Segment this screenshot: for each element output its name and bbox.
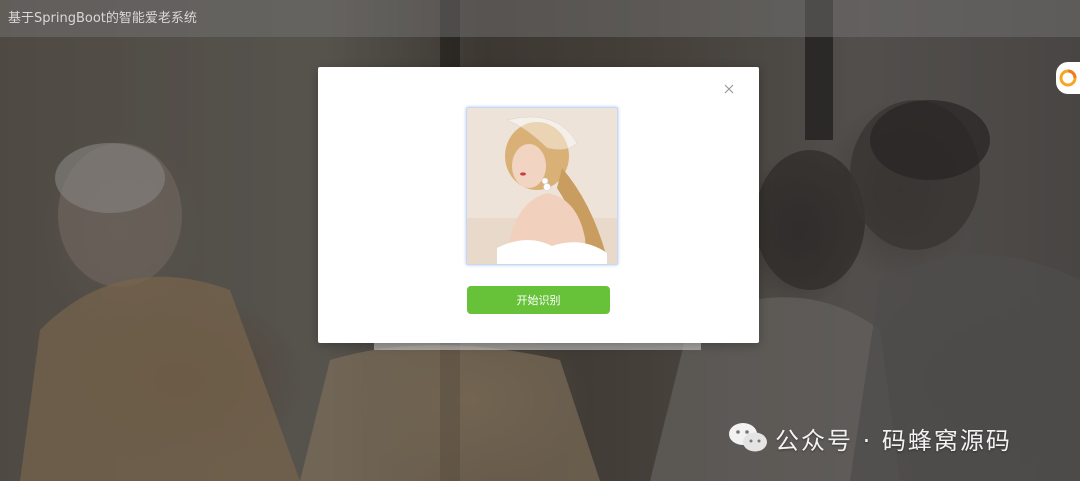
- watermark-text: 公众号 · 码蜂窝源码: [775, 426, 1012, 455]
- wechat-icon: [729, 423, 767, 452]
- watermark: 公众号 · 码蜂窝源码: [727, 420, 1012, 456]
- recognition-dialog: 开始识别: [318, 67, 759, 343]
- app-header: 基于SpringBoot的智能爱老系统: [0, 0, 1080, 37]
- uploaded-photo-preview: [467, 108, 617, 264]
- modal-underlay: [374, 342, 701, 350]
- app-title: 基于SpringBoot的智能爱老系统: [8, 11, 197, 26]
- start-recognition-button[interactable]: 开始识别: [467, 286, 610, 314]
- close-icon: [724, 84, 734, 94]
- close-button[interactable]: [721, 81, 737, 97]
- side-widget-button[interactable]: [1056, 62, 1080, 94]
- circular-logo-icon: [1059, 69, 1077, 87]
- image-upload-area[interactable]: [466, 107, 618, 265]
- page: 基于SpringBoot的智能爱老系统 开始识别 公众号 · 码蜂窝源码: [0, 0, 1080, 481]
